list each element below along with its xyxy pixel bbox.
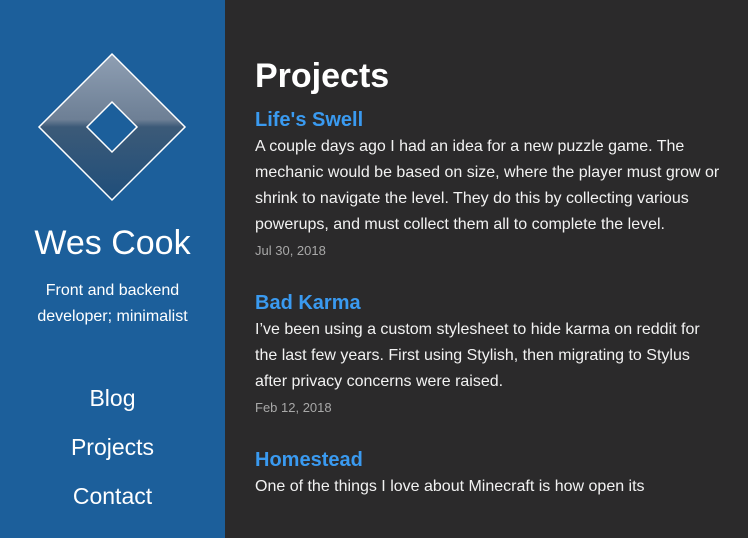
post-link[interactable]: Life's Swell	[255, 109, 363, 131]
page: Wes Cook Front and backend developer; mi…	[0, 0, 748, 538]
post-excerpt: A couple days ago I had an idea for a ne…	[255, 138, 720, 233]
post-item: Bad Karma I’ve been using a custom style…	[255, 289, 722, 417]
post-item: Life's Swell A couple days ago I had an …	[255, 106, 722, 260]
site-name[interactable]: Wes Cook	[0, 221, 225, 265]
sidebar: Wes Cook Front and backend developer; mi…	[0, 0, 225, 538]
post-link[interactable]: Homestead	[255, 449, 363, 471]
page-title: Projects	[255, 57, 390, 95]
post-excerpt: I’ve been using a custom stylesheet to h…	[255, 321, 700, 390]
diamond-logo-icon[interactable]	[37, 52, 187, 202]
nav-item-projects: Projects	[0, 427, 225, 476]
nav-link-projects[interactable]: Projects	[71, 434, 154, 460]
site-tagline: Front and backend developer; minimalist	[37, 282, 188, 325]
sidebar-nav: Blog Projects Contact	[0, 378, 225, 525]
post-excerpt: One of the things I love about Minecraft…	[255, 478, 645, 495]
nav-link-blog[interactable]: Blog	[89, 385, 135, 411]
nav-item-blog: Blog	[0, 378, 225, 427]
post-date: Feb 12, 2018	[255, 400, 332, 415]
post-title: Homestead	[255, 446, 722, 474]
post-item: Homestead One of the things I love about…	[255, 446, 722, 500]
nav-link-contact[interactable]: Contact	[73, 483, 152, 509]
post-link[interactable]: Bad Karma	[255, 292, 361, 314]
post-title: Bad Karma	[255, 289, 722, 317]
main-content: Projects Life's Swell A couple days ago …	[225, 0, 748, 538]
post-title: Life's Swell	[255, 106, 722, 134]
post-date: Jul 30, 2018	[255, 243, 326, 258]
nav-item-contact: Contact	[0, 476, 225, 525]
